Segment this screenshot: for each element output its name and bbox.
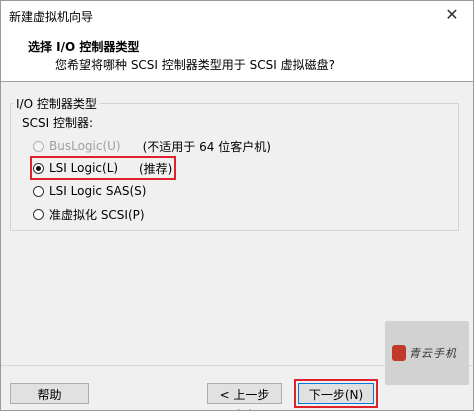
radio-button-icon[interactable] — [33, 185, 44, 197]
page-title: 选择 I/O 控制器类型 — [28, 40, 140, 54]
radio-button-icon — [33, 140, 44, 152]
radio-note: (不适用于 64 位客户机) — [142, 139, 271, 154]
radio-label: LSI Logic SAS(S) — [49, 184, 147, 198]
radio-label: BusLogic(U) — [49, 139, 121, 153]
page-subtitle: 您希望将哪种 SCSI 控制器类型用于 SCSI 虚拟磁盘? — [55, 58, 335, 72]
radio-lsi-logic-sas[interactable]: LSI Logic SAS(S) — [33, 182, 146, 200]
wizard-header: 选择 I/O 控制器类型 您希望将哪种 SCSI 控制器类型用于 SCSI 虚拟… — [1, 31, 473, 82]
watermark-text: 青云手机 — [409, 347, 457, 360]
next-button[interactable]: 下一步(N) > — [298, 383, 374, 410]
io-controller-group-label: I/O 控制器类型 — [13, 95, 100, 112]
close-icon[interactable]: ✕ — [441, 4, 463, 26]
title-bar[interactable]: 新建虚拟机向导 ✕ — [1, 1, 473, 31]
help-button[interactable]: 帮助 — [10, 383, 89, 404]
scsi-controller-label: SCSI 控制器: — [22, 116, 94, 130]
radio-paravirtual-scsi[interactable]: 准虚拟化 SCSI(P) — [33, 205, 145, 223]
wizard-window: 新建虚拟机向导 ✕ 选择 I/O 控制器类型 您希望将哪种 SCSI 控制器类型… — [0, 0, 474, 411]
radio-button-icon[interactable] — [33, 208, 44, 220]
watermark-logo-icon — [392, 345, 406, 361]
radio-label: 准虚拟化 SCSI(P) — [49, 207, 145, 222]
back-button[interactable]: < 上一步(B) — [207, 383, 282, 410]
window-title: 新建虚拟机向导 — [9, 10, 94, 24]
watermark: 青云手机 — [385, 321, 469, 385]
radio-buslogic: BusLogic(U) (不适用于 64 位客户机) — [33, 137, 271, 155]
lsi-logic-highlight-box — [30, 156, 176, 180]
